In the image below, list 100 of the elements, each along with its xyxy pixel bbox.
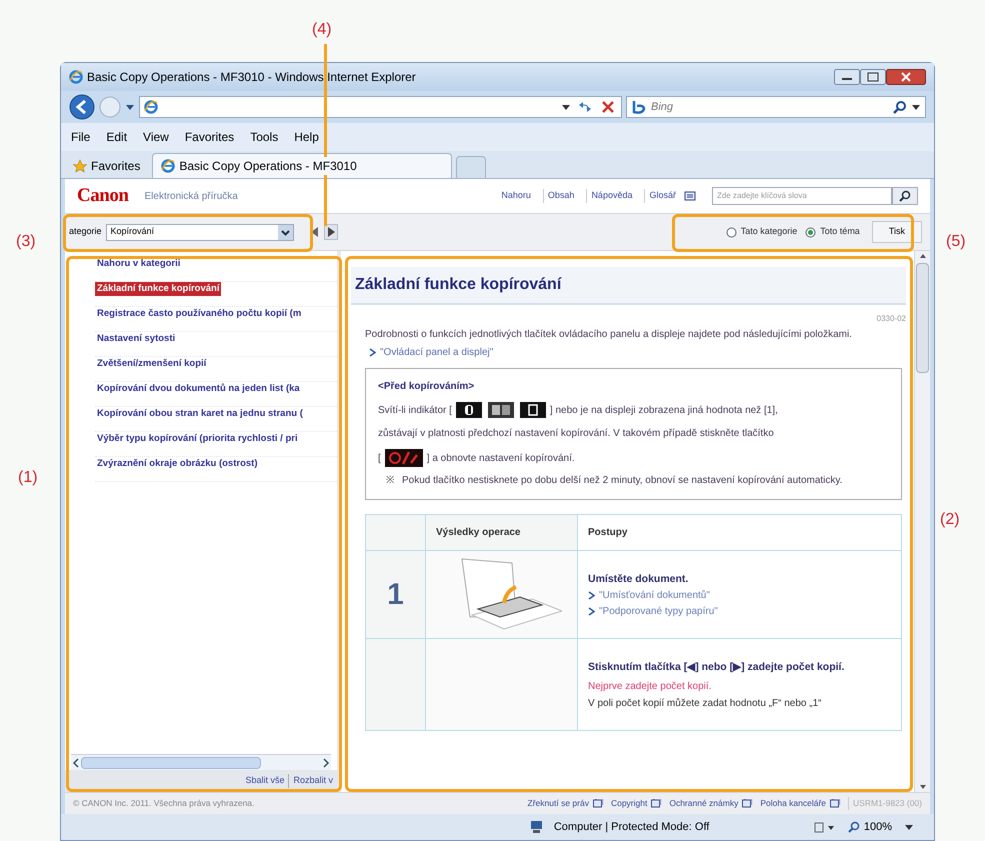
scrollbar-thumb[interactable]	[916, 263, 929, 373]
footer-link[interactable]: Poloha kanceláře	[760, 797, 826, 810]
minimize-icon[interactable]	[834, 69, 860, 85]
external-link-icon	[651, 799, 662, 808]
search-placeholder: Bing	[651, 100, 674, 115]
menu-item[interactable]: File	[69, 128, 92, 146]
zoom-button[interactable]: 100%	[844, 818, 896, 836]
callout-label: (5)	[946, 232, 966, 252]
manual-subtitle: Elektronická příručka	[144, 190, 238, 204]
zoom-icon	[848, 821, 860, 833]
close-icon[interactable]	[886, 69, 926, 85]
menu-item[interactable]: View	[141, 128, 171, 146]
copyright-text: © CANON Inc. 2011. Všechna práva vyhrazena.	[73, 797, 254, 810]
address-field[interactable]	[139, 96, 622, 118]
canon-logo: Canon	[77, 184, 128, 208]
menu-item[interactable]: Help	[292, 128, 321, 146]
scroll-left-icon[interactable]	[71, 756, 81, 768]
intro-text: Podrobnosti o funkcích jednotlivých tlačítek ovládacího panelu a displeje najdete pod následujícími položkami.	[365, 328, 853, 342]
search-field[interactable]: Bing	[626, 96, 926, 118]
external-link-icon	[592, 799, 603, 808]
note-heading: <Před kopírováním>	[378, 380, 476, 394]
horizontal-scrollbar[interactable]	[71, 754, 331, 770]
search-placeholder: Zde zadejte klíčová slova	[717, 190, 807, 202]
print-button[interactable]: Tisk	[872, 221, 922, 243]
scope-radio[interactable]: Tato kategorie	[726, 225, 798, 239]
reset-key-icon	[384, 449, 423, 467]
browser-tab[interactable]: Basic Copy Operations - MF3010	[152, 153, 452, 178]
callout-label: (4)	[312, 20, 332, 40]
note-text: Svítí-li indikátor [	[378, 404, 452, 418]
category-label: ategorie	[69, 225, 102, 238]
scrollbar-thumb[interactable]	[81, 756, 261, 768]
step-text: V poli počet kopií můžete zadat hodnotu „F“ nebo „1“	[588, 696, 822, 710]
search-button[interactable]	[892, 187, 918, 205]
bing-logo-icon	[631, 100, 647, 114]
indicator-key-icon	[520, 402, 546, 418]
browser-logo-icon	[69, 70, 83, 84]
remark-text: Pokud tlačítko nestisknete po dobu delší než 2 minuty, obnoví se nastavení kopírování automaticky.	[402, 474, 842, 488]
note-text: ] nebo je na displeji zobrazena jiná hodnota než [1],	[550, 404, 778, 418]
page-icon	[161, 159, 176, 173]
category-dropdown[interactable]: Kopírování	[106, 224, 294, 240]
nav-link[interactable]: Základní funkce kopírování	[95, 282, 222, 296]
menu-item[interactable]: Tools	[248, 128, 280, 146]
indicator-key-icon	[488, 402, 514, 418]
reference-link[interactable]: "Umísťování dokumentů"	[599, 588, 710, 602]
nav-link[interactable]: Kopírování dvou dokumentů na jeden list (ka	[95, 382, 302, 396]
header-link[interactable]: Glosář	[644, 189, 680, 203]
menu-item[interactable]: Edit	[104, 128, 130, 146]
stop-icon[interactable]	[599, 99, 617, 115]
nav-link[interactable]: Nahoru v kategorii	[95, 257, 182, 272]
dropdown-arrow-icon[interactable]	[911, 103, 921, 111]
step-heading: Umístěte dokument.	[588, 572, 690, 586]
external-link-icon	[742, 799, 752, 808]
nav-link[interactable]: Registrace často používaného počtu kopií (m	[95, 307, 304, 322]
window-title: Basic Copy Operations - MF3010 - Windows Internet Explorer	[87, 69, 416, 86]
note-text: zůstávají v platnosti předchozí nastavení kopírování. V takovém případě stiskněte tlačítko	[378, 427, 774, 441]
scroll-right-icon[interactable]	[321, 756, 331, 768]
star-icon	[73, 159, 87, 173]
vertical-scrollbar[interactable]	[914, 251, 930, 792]
nav-link[interactable]: Zvětšení/zmenšení kopií	[95, 357, 208, 372]
footer-link[interactable]: Ochranné známky	[669, 797, 738, 810]
nav-link[interactable]: Nastavení sytosti	[95, 332, 178, 346]
collapse-all-link[interactable]: Sbalit vše	[245, 774, 284, 788]
document-code: 0330-02	[876, 313, 906, 325]
reference-link[interactable]: "Ovládací panel a displej"	[380, 345, 494, 360]
dropdown-arrow-icon[interactable]	[125, 103, 135, 111]
reference-link[interactable]: "Podporované typy papíru"	[599, 604, 718, 618]
glossary-icon[interactable]	[684, 190, 696, 202]
scope-radio[interactable]: Toto téma	[805, 225, 860, 239]
dropdown-arrow-icon[interactable]	[561, 103, 571, 111]
search-icon[interactable]	[893, 100, 907, 114]
maximize-icon[interactable]	[860, 69, 886, 85]
indicator-key-icon	[456, 402, 482, 418]
expand-all-link[interactable]: Rozbalit v	[288, 774, 333, 788]
external-link-icon	[830, 799, 840, 808]
remark-mark: ※	[386, 474, 394, 488]
nav-link[interactable]: Výběr typu kopírování (priorita rychlosti / pri	[95, 432, 300, 446]
callout-label: (1)	[18, 468, 38, 488]
warning-text: Nejprve zadejte počet kopií.	[588, 680, 712, 694]
note-text: ] a obnovte nastavení kopírování.	[426, 452, 575, 466]
callout-label: (3)	[16, 232, 36, 252]
footer-link[interactable]: Zřeknutí se práv	[528, 797, 589, 810]
menu-item[interactable]: Favorites	[182, 128, 236, 146]
header-link[interactable]: Nápověda	[586, 189, 636, 203]
dropdown-arrow-icon[interactable]	[904, 823, 914, 831]
article-title: Základní funkce kopírování	[351, 267, 906, 305]
nav-link[interactable]: Kopírování obou stran karet na jednu stranu (	[95, 407, 305, 422]
header-link[interactable]: Obsah	[542, 189, 578, 203]
nav-link[interactable]: Zvýraznění okraje obrázku (ostrost)	[95, 457, 260, 472]
step-number: 1	[387, 577, 404, 613]
footer-link[interactable]: Copyright	[610, 797, 648, 810]
security-zone-text: Computer | Protected Mode: Off	[554, 820, 710, 835]
column-header: Výsledky operace	[426, 515, 578, 551]
header-link[interactable]: Nahoru	[497, 189, 535, 203]
favorites-button[interactable]: Favorites	[65, 154, 148, 178]
chevron-icon	[369, 348, 376, 357]
callout-label: (2)	[940, 510, 960, 530]
column-header: Postupy	[578, 515, 902, 551]
step-heading: Stisknutím tlačítka [◀] nebo [▶] zadejte počet kopií.	[588, 660, 846, 674]
back-icon[interactable]	[69, 94, 95, 120]
page-settings-icon[interactable]	[812, 820, 836, 834]
